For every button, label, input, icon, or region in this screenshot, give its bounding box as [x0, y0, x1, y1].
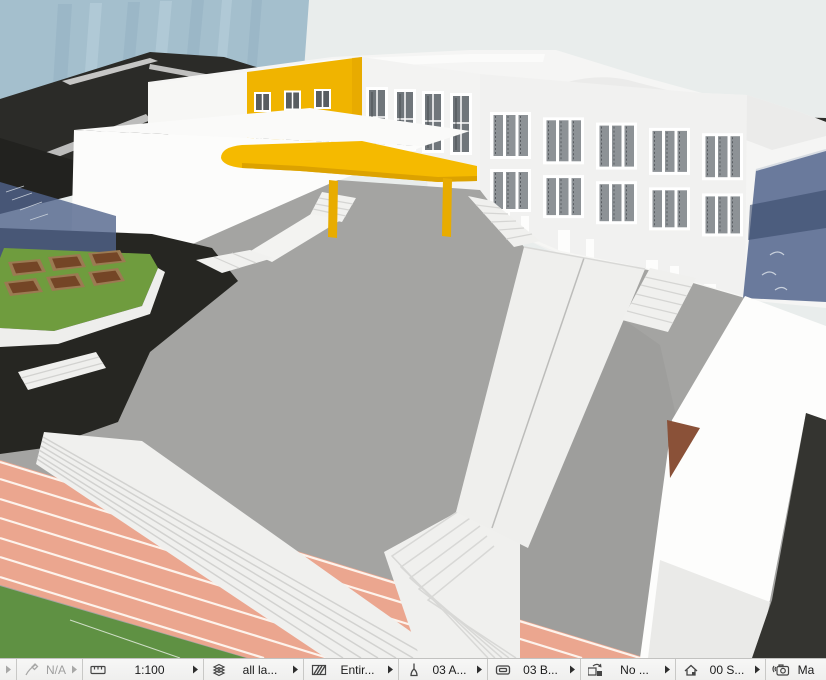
model-view-options-icon — [494, 662, 512, 678]
statusbar-item-structure-display[interactable]: Entir... — [303, 659, 398, 680]
pen-slash-icon — [23, 662, 41, 678]
menu-arrow-icon — [387, 665, 394, 674]
statusbar-item-label: 1:100 — [107, 663, 192, 677]
3d-viewport[interactable] — [0, 0, 826, 658]
statusbar-item-renovation-filter[interactable]: No ... — [580, 659, 675, 680]
statusbar-item-label: 03 A... — [423, 663, 476, 677]
canopy-column — [442, 178, 452, 237]
canopy-column — [328, 180, 338, 238]
statusbar-item-label: 03 B... — [512, 663, 569, 677]
statusbar-item-favorites[interactable]: N/A — [16, 659, 82, 680]
menu-arrow-icon — [664, 665, 671, 674]
menu-arrow-icon — [5, 665, 12, 674]
statusbar-item-prev-option[interactable] — [0, 659, 16, 680]
quick-options-bar: N/A 1:100 all la... Entir... 03 A... 03 B... N… — [0, 658, 826, 680]
menu-arrow-icon — [476, 665, 483, 674]
statusbar-item-label: Ma — [790, 663, 822, 677]
statusbar-item-camera-view[interactable]: Ma — [765, 659, 826, 680]
statusbar-item-label: 00 S... — [700, 663, 754, 677]
home-icon — [682, 662, 700, 678]
statusbar-item-label: No ... — [605, 663, 664, 677]
menu-arrow-icon — [569, 665, 576, 674]
camera-icon — [772, 662, 790, 678]
statusbar-item-pen-set[interactable]: 03 A... — [398, 659, 487, 680]
scale-ruler-icon — [89, 662, 107, 678]
menu-arrow-icon — [192, 665, 199, 674]
menu-arrow-icon — [292, 665, 299, 674]
archicad-window: N/A 1:100 all la... Entir... 03 A... 03 B... N… — [0, 0, 826, 680]
statusbar-item-label: all la... — [228, 663, 292, 677]
menu-arrow-icon — [754, 665, 761, 674]
statusbar-item-scale[interactable]: 1:100 — [82, 659, 203, 680]
pen-set-icon — [405, 662, 423, 678]
statusbar-item-layer-combination[interactable]: all la... — [203, 659, 303, 680]
menu-arrow-icon — [71, 665, 78, 674]
structure-display-icon — [310, 662, 328, 678]
layers-icon — [210, 662, 228, 678]
statusbar-item-label: N/A — [41, 663, 71, 677]
statusbar-item-story[interactable]: 00 S... — [675, 659, 765, 680]
renovation-filter-icon — [587, 662, 605, 678]
statusbar-item-model-view-options[interactable]: 03 B... — [487, 659, 580, 680]
statusbar-item-label: Entir... — [328, 663, 387, 677]
